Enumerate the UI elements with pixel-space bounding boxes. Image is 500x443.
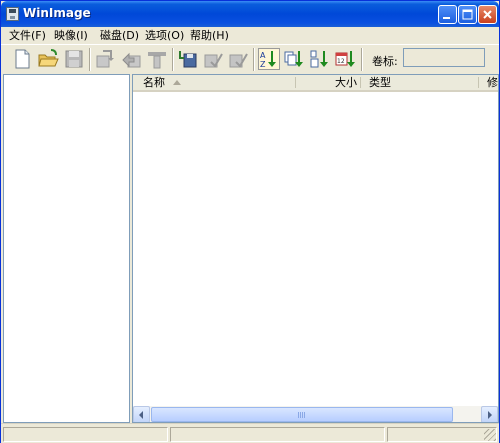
maximize-icon — [462, 9, 473, 20]
file-list-pane[interactable]: 名称 大小 类型 修 — [132, 74, 499, 423]
sort-name-button[interactable]: AZ — [258, 48, 280, 70]
disk-write-icon — [204, 53, 223, 68]
status-panel-left — [3, 427, 168, 442]
disk-write-button[interactable] — [202, 48, 224, 70]
disk-check-icon — [229, 53, 248, 68]
open-icon — [38, 49, 59, 67]
column-size[interactable]: 大小 — [335, 75, 357, 90]
scroll-thumb[interactable] — [151, 407, 453, 422]
close-icon — [483, 10, 492, 19]
new-button[interactable] — [11, 48, 33, 70]
disk-read-button[interactable] — [177, 48, 199, 70]
sort-name-icon: AZ — [260, 51, 276, 69]
column-type[interactable]: 类型 — [369, 75, 391, 90]
sort-date-icon: 12 — [335, 51, 355, 67]
sort-ascending-icon — [173, 80, 181, 85]
sort-ext-icon — [284, 51, 303, 67]
scroll-left-button[interactable] — [133, 406, 150, 422]
toolbar-separator — [89, 48, 91, 71]
app-icon[interactable] — [6, 7, 19, 21]
sort-size-button[interactable] — [308, 48, 330, 70]
horizontal-scrollbar[interactable] — [133, 406, 498, 422]
extract-button[interactable] — [94, 48, 116, 70]
volume-label: 卷标: — [372, 55, 398, 68]
menu-bar: 文件(F) 映像(I) 磁盘(D) 选项(O) 帮助(H) — [1, 27, 499, 44]
save-icon — [65, 50, 83, 68]
column-modified[interactable]: 修 — [487, 75, 498, 90]
svg-text:Z: Z — [260, 60, 266, 69]
tool-icon — [148, 52, 166, 69]
close-button[interactable] — [478, 5, 497, 24]
svg-text:12: 12 — [337, 58, 345, 65]
column-divider[interactable] — [295, 77, 296, 88]
status-bar — [1, 423, 499, 443]
save-button[interactable] — [63, 48, 85, 70]
status-panel-middle — [170, 427, 385, 442]
window-title: WinImage — [23, 6, 91, 20]
inject-button[interactable] — [120, 48, 142, 70]
open-button[interactable] — [37, 48, 59, 70]
extract-icon — [96, 50, 114, 68]
grip-icon — [298, 412, 306, 418]
sort-size-icon — [310, 50, 328, 68]
menu-help[interactable]: 帮助(H) — [188, 28, 231, 43]
menu-options[interactable]: 选项(O) — [143, 28, 186, 43]
minimize-button[interactable] — [438, 5, 457, 24]
inject-icon — [122, 52, 141, 68]
toolbar-separator — [172, 48, 174, 71]
tool-button[interactable] — [146, 48, 168, 70]
column-header: 名称 大小 类型 修 — [133, 75, 498, 92]
menu-file[interactable]: 文件(F) — [7, 28, 48, 43]
resize-grip-icon[interactable] — [484, 429, 496, 441]
left-arrow-icon — [139, 411, 143, 419]
new-icon — [15, 49, 30, 69]
minimize-icon — [443, 17, 450, 19]
menu-image[interactable]: 映像(I) — [52, 28, 90, 43]
svg-text:A: A — [260, 51, 266, 60]
scroll-right-button[interactable] — [481, 406, 498, 422]
toolbar-separator — [361, 48, 363, 71]
disk-check-button[interactable] — [227, 48, 249, 70]
column-divider[interactable] — [478, 77, 479, 88]
winimage-window: WinImage 文件(F) 映像(I) 磁盘(D) 选项(O) 帮助(H) A… — [0, 0, 500, 443]
title-bar[interactable]: WinImage — [1, 1, 499, 27]
column-divider[interactable] — [360, 77, 361, 88]
right-arrow-icon — [488, 411, 492, 419]
sort-date-button[interactable]: 12 — [334, 48, 356, 70]
maximize-button[interactable] — [458, 5, 477, 24]
volume-field[interactable] — [403, 48, 485, 67]
disk-read-icon — [179, 51, 197, 68]
folder-tree-pane[interactable] — [3, 74, 130, 423]
sort-ext-button[interactable] — [283, 48, 305, 70]
toolbar-separator — [253, 48, 255, 71]
column-name[interactable]: 名称 — [143, 75, 165, 90]
status-panel-right — [387, 427, 497, 442]
menu-disk[interactable]: 磁盘(D) — [98, 28, 141, 43]
